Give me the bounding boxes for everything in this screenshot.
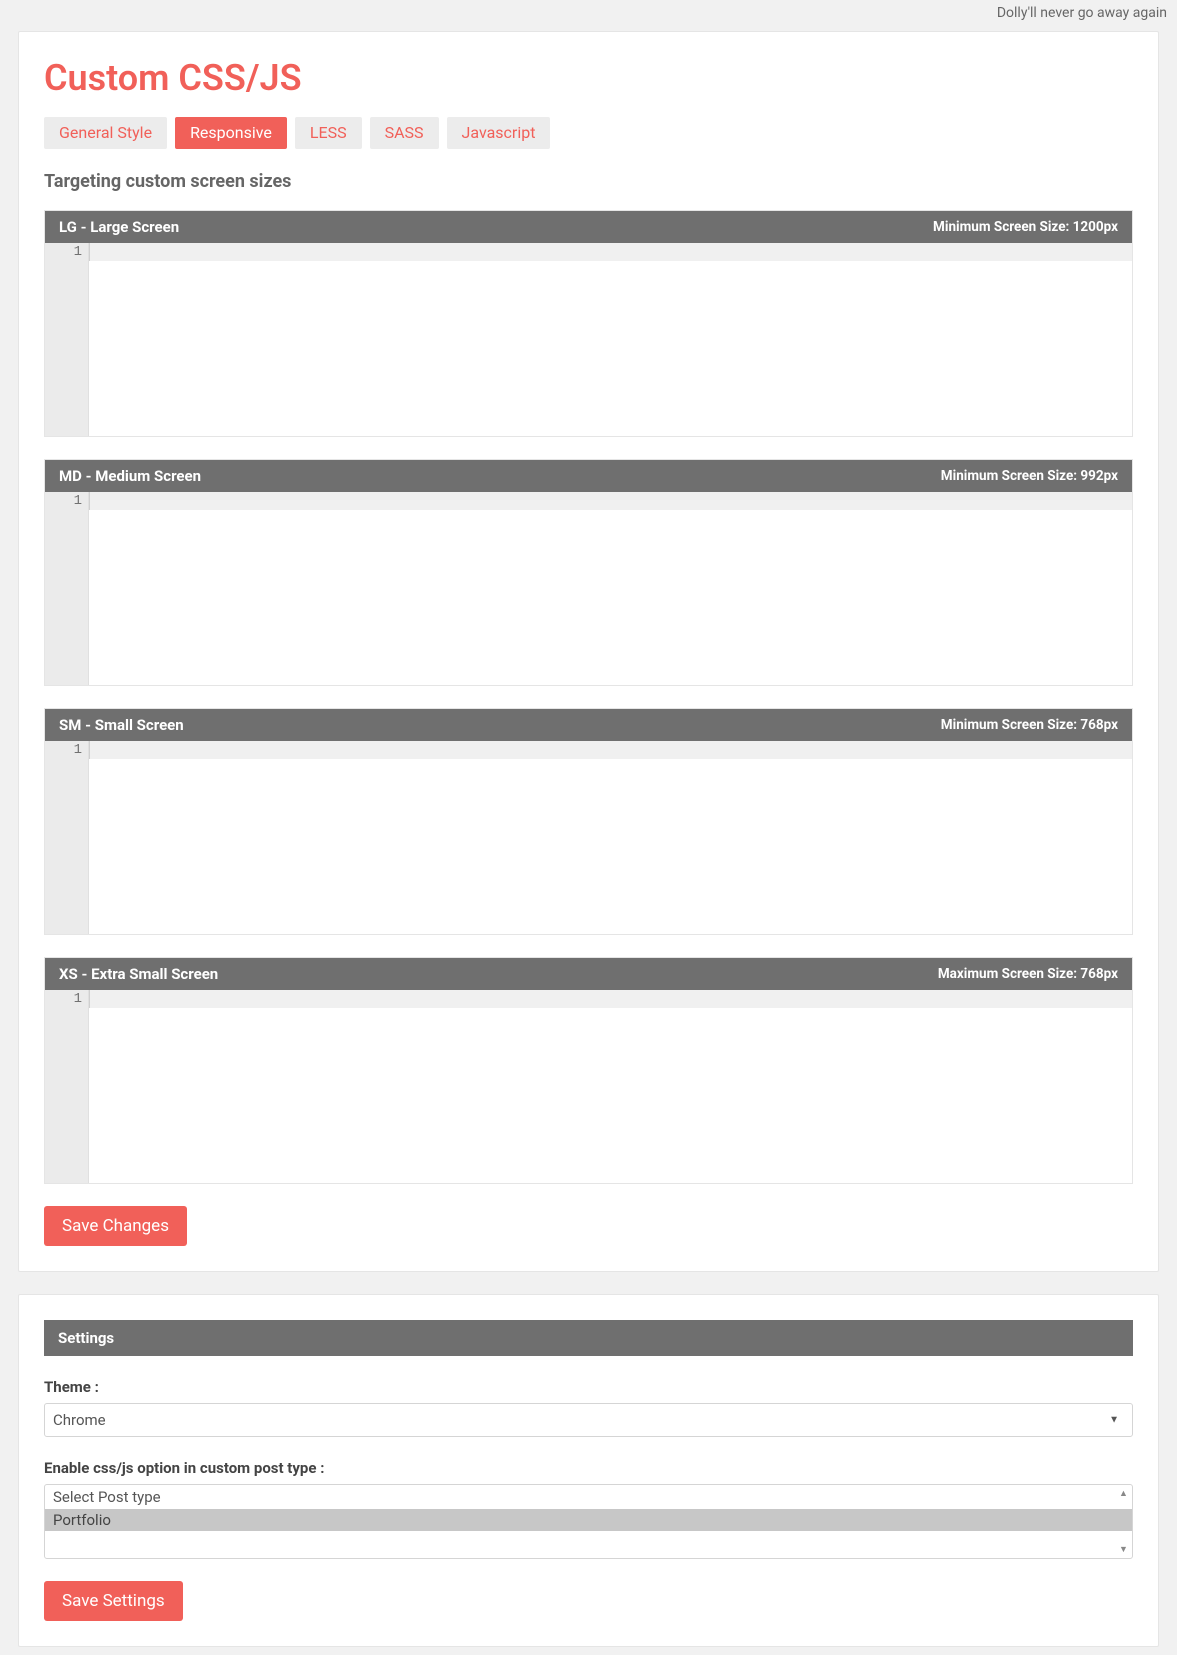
editor-title-xs: XS - Extra Small Screen xyxy=(59,965,218,983)
code-first-line-xs[interactable] xyxy=(89,990,1132,1008)
code-body-md[interactable] xyxy=(45,510,1132,685)
tab-less[interactable]: LESS xyxy=(295,117,362,149)
section-subtitle: Targeting custom screen sizes xyxy=(44,171,1133,192)
settings-card: Settings Theme : Chrome ▼ Enable css/js … xyxy=(18,1294,1159,1647)
editor-meta-lg: Minimum Screen Size: 1200px xyxy=(933,219,1118,235)
tab-responsive[interactable]: Responsive xyxy=(175,117,287,149)
save-settings-button[interactable]: Save Settings xyxy=(44,1581,183,1621)
gutter-sm: 1 xyxy=(45,741,89,759)
post-type-item-portfolio[interactable]: Portfolio xyxy=(45,1509,1132,1531)
theme-select[interactable]: Chrome xyxy=(44,1403,1133,1437)
tabs-container: General Style Responsive LESS SASS Javas… xyxy=(44,117,1133,149)
code-body-sm[interactable] xyxy=(45,759,1132,934)
line-number-xs: 1 xyxy=(45,990,82,1008)
editor-meta-sm: Minimum Screen Size: 768px xyxy=(941,717,1118,733)
editor-header-xs: XS - Extra Small Screen Maximum Screen S… xyxy=(45,958,1132,990)
main-card: Custom CSS/JS General Style Responsive L… xyxy=(18,31,1159,1272)
line-number-md: 1 xyxy=(45,492,82,510)
editor-header-lg: LG - Large Screen Minimum Screen Size: 1… xyxy=(45,211,1132,243)
page-title: Custom CSS/JS xyxy=(44,57,1133,99)
code-area-xs[interactable] xyxy=(89,1008,1132,1183)
gutter-rest-md xyxy=(45,510,89,685)
editor-title-md: MD - Medium Screen xyxy=(59,467,201,485)
code-first-row-md[interactable]: 1 xyxy=(45,492,1132,510)
gutter-xs: 1 xyxy=(45,990,89,1008)
code-first-line-lg[interactable] xyxy=(89,243,1132,261)
editor-panel-xs: XS - Extra Small Screen Maximum Screen S… xyxy=(44,957,1133,1184)
editor-title-sm: SM - Small Screen xyxy=(59,716,184,734)
editor-panel-lg: LG - Large Screen Minimum Screen Size: 1… xyxy=(44,210,1133,437)
gutter-lg: 1 xyxy=(45,243,89,261)
code-first-line-md[interactable] xyxy=(89,492,1132,510)
post-type-multiselect[interactable]: Select Post type Portfolio ▲ ▼ xyxy=(44,1484,1133,1559)
code-first-row-lg[interactable]: 1 xyxy=(45,243,1132,261)
tab-sass[interactable]: SASS xyxy=(370,117,439,149)
gutter-rest-sm xyxy=(45,759,89,934)
line-number-sm: 1 xyxy=(45,741,82,759)
editor-meta-xs: Maximum Screen Size: 768px xyxy=(938,966,1118,982)
code-first-row-sm[interactable]: 1 xyxy=(45,741,1132,759)
theme-label: Theme : xyxy=(44,1378,1133,1396)
post-type-placeholder: Select Post type xyxy=(45,1485,1132,1509)
gutter-md: 1 xyxy=(45,492,89,510)
post-type-label: Enable css/js option in custom post type… xyxy=(44,1459,1133,1477)
editor-title-lg: LG - Large Screen xyxy=(59,218,179,236)
editor-meta-md: Minimum Screen Size: 992px xyxy=(941,468,1118,484)
code-first-line-sm[interactable] xyxy=(89,741,1132,759)
line-number-lg: 1 xyxy=(45,243,82,261)
top-banner-text: Dolly'll never go away again xyxy=(0,0,1177,21)
multiselect-scroll[interactable]: ▲ ▼ xyxy=(1115,1485,1132,1558)
settings-header: Settings xyxy=(44,1320,1133,1356)
code-area-lg[interactable] xyxy=(89,261,1132,436)
code-body-lg[interactable] xyxy=(45,261,1132,436)
editor-header-md: MD - Medium Screen Minimum Screen Size: … xyxy=(45,460,1132,492)
code-area-md[interactable] xyxy=(89,510,1132,685)
editor-panel-md: MD - Medium Screen Minimum Screen Size: … xyxy=(44,459,1133,686)
scroll-up-icon[interactable]: ▲ xyxy=(1119,1488,1128,1499)
code-first-row-xs[interactable]: 1 xyxy=(45,990,1132,1008)
code-body-xs[interactable] xyxy=(45,1008,1132,1183)
scroll-down-icon[interactable]: ▼ xyxy=(1119,1544,1128,1555)
editor-panel-sm: SM - Small Screen Minimum Screen Size: 7… xyxy=(44,708,1133,935)
code-area-sm[interactable] xyxy=(89,759,1132,934)
tab-javascript[interactable]: Javascript xyxy=(447,117,551,149)
editor-header-sm: SM - Small Screen Minimum Screen Size: 7… xyxy=(45,709,1132,741)
gutter-rest-lg xyxy=(45,261,89,436)
theme-select-wrap: Chrome ▼ xyxy=(44,1403,1133,1437)
gutter-rest-xs xyxy=(45,1008,89,1183)
save-changes-button[interactable]: Save Changes xyxy=(44,1206,187,1246)
tab-general-style[interactable]: General Style xyxy=(44,117,167,149)
